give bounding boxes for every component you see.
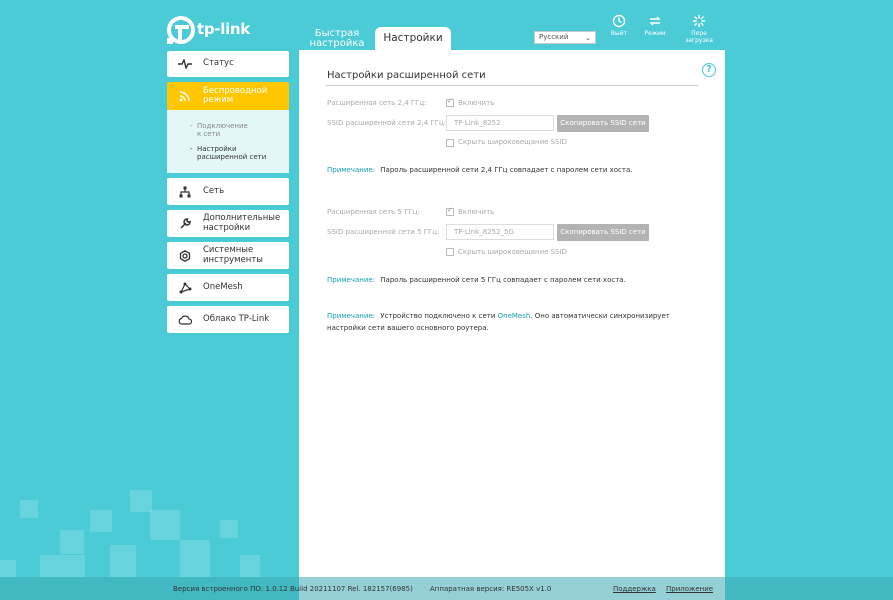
onemesh-link[interactable]: OneMesh (498, 312, 531, 320)
sidebar-item-label: Беспроводной режим (203, 85, 268, 106)
reboot-button[interactable]: Пере загрузка (679, 14, 719, 44)
band24-note: Примечание: Пароль расширенной сети 2,4 … (327, 164, 687, 176)
sidebar-item-label: Статус (203, 58, 234, 69)
hardware-version: Аппаратная версия: RE505X v1.0 (430, 585, 552, 593)
band5-hide-ssid-checkbox[interactable] (446, 248, 454, 256)
band24-copy-ssid-button[interactable]: Скопировать SSID сети (557, 115, 649, 132)
wireless-icon (167, 90, 203, 102)
page-title: Настройки расширенной сети (327, 70, 486, 81)
band24-ssid-input[interactable]: TP-Link_8252 (446, 115, 554, 131)
gear-icon (167, 249, 203, 262)
reboot-label-line2: загрузка (685, 37, 713, 44)
language-value: Русский (539, 33, 569, 41)
submenu-label-line1: Настройки (197, 145, 237, 153)
note-key: Примечание: (327, 312, 376, 320)
network-icon (167, 186, 203, 198)
band24-hide-ssid-label: Скрыть широковещание SSID (458, 138, 568, 146)
sidebar-item-label-line1: Беспроводной (203, 85, 268, 96)
submenu-label-line2: расширенной сети (197, 153, 267, 161)
sidebar-item-cloud[interactable]: Облако TP-Link (167, 306, 289, 333)
band24-enable-checkbox[interactable] (446, 97, 454, 107)
tab-settings[interactable]: Настройки (375, 27, 451, 50)
band24-enable-checkbox-label: Включить (458, 99, 495, 107)
band24-hide-ssid-checkbox[interactable] (446, 139, 454, 147)
sidebar-item-label: OneMesh (203, 281, 243, 292)
app-link[interactable]: Приложение (666, 585, 713, 593)
decorative-square (130, 490, 152, 512)
note-text: Пароль расширенной сети 5 ГГц совпадает … (380, 276, 626, 284)
logout-button[interactable]: Выйт (599, 14, 639, 37)
wrench-icon (167, 217, 203, 230)
sidebar-item-status[interactable]: Статус (167, 51, 289, 77)
onemesh-icon (167, 282, 203, 294)
decorative-square (0, 560, 16, 577)
sidebar-item-label-line1: Дополнительные (203, 213, 281, 223)
note-text: Пароль расширенной сети 2,4 ГГц совпадае… (380, 166, 633, 174)
mode-label: Режим (644, 30, 666, 37)
decorative-square (180, 540, 210, 577)
sidebar-item-label: Сеть (203, 185, 225, 196)
title-divider (326, 85, 698, 86)
decorative-square (90, 510, 112, 532)
submenu-item-extended-settings[interactable]: - Настройки расширенной сети (190, 145, 267, 161)
band24-enable-label: Расширенная сеть 2,4 ГГц: (327, 99, 427, 107)
band5-enable-checkbox-label: Включить (458, 208, 495, 216)
sidebar-item-system-tools[interactable]: Системные инструменты (167, 242, 289, 269)
band5-hide-ssid-label: Скрыть широковещание SSID (458, 248, 568, 256)
sidebar-item-label-line2: инструменты (203, 254, 263, 265)
decorative-square (220, 520, 238, 538)
sidebar-item-label-line2: режим (203, 95, 234, 105)
submenu-item-connect[interactable]: - Подключение к сети (190, 122, 248, 138)
note-key: Примечание: (327, 166, 376, 174)
note-key: Примечание: (327, 276, 376, 284)
mode-button[interactable]: Режим (635, 14, 675, 37)
sidebar-item-label-line2: настройки (203, 222, 251, 233)
chevron-down-icon: ⌄ (585, 34, 591, 42)
help-icon[interactable]: ? (702, 63, 716, 77)
band5-ssid-input[interactable]: TP-Link_8252_5G (446, 224, 554, 240)
pulse-icon (167, 59, 203, 69)
logo-text: tp-link (197, 20, 250, 38)
sidebar-item-label: Системные инструменты (203, 245, 263, 265)
sidebar-item-network[interactable]: Сеть (167, 178, 289, 205)
decorative-square (60, 530, 84, 554)
logout-label: Выйт (610, 30, 628, 37)
sidebar-item-label-line1: Системные (203, 245, 254, 255)
band5-enable-checkbox[interactable] (446, 206, 454, 216)
firmware-version: Версия встроенного ПО: 1.0.12 Build 2021… (173, 585, 413, 593)
band5-enable-label: Расширенная сеть 5 ГГц: (327, 208, 420, 216)
band5-ssid-label: SSID расширенной сети 5 ГГц: (327, 228, 440, 236)
logout-icon (612, 14, 626, 28)
decorative-square (40, 555, 85, 577)
band5-note: Примечание: Пароль расширенной сети 5 ГГ… (327, 274, 687, 286)
sidebar-item-wireless[interactable]: Беспроводной режим (167, 82, 289, 110)
reboot-label-line1: Пере (691, 30, 707, 37)
cloud-icon (167, 315, 203, 325)
decorative-square (110, 545, 136, 577)
support-link[interactable]: Поддержка (613, 585, 656, 593)
reboot-icon (692, 14, 706, 28)
language-select[interactable]: Русский ⌄ (534, 31, 596, 44)
band24-ssid-label: SSID расширенной сети 2,4 ГГц: (327, 119, 447, 127)
submenu-label-line1: Подключение (197, 122, 248, 130)
note-text-before: Устройство подключено к сети (380, 312, 496, 320)
sidebar-item-onemesh[interactable]: OneMesh (167, 274, 289, 301)
wireless-submenu: - Подключение к сети - Настройки расшире… (167, 110, 289, 173)
onemesh-note: Примечание: Устройство подключено к сети… (327, 310, 672, 334)
band5-copy-ssid-button[interactable]: Скопировать SSID сети (557, 224, 649, 241)
sidebar-item-label: Облако TP-Link (203, 313, 270, 324)
submenu-label-line2: к сети (197, 130, 221, 138)
decorative-square (150, 510, 180, 540)
mode-icon (649, 16, 661, 26)
decorative-square (20, 500, 38, 518)
sidebar-item-label: Дополнительные настройки (203, 213, 281, 233)
sidebar-item-advanced[interactable]: Дополнительные настройки (167, 210, 289, 237)
tab-quick-setup[interactable]: Быстрая настройка (305, 27, 369, 50)
decorative-square (240, 555, 260, 577)
